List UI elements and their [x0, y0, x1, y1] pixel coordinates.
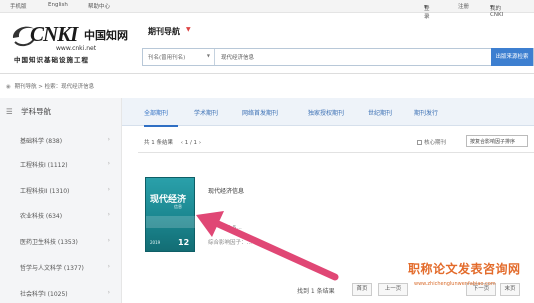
breadcrumb: ◉ 期刊导航 > 检索：现代经济信息 [6, 82, 94, 90]
english-link[interactable]: English [48, 2, 68, 8]
search-field-label: 刊名(曾用刊名) [148, 55, 186, 61]
sidebar-item-engineering-1[interactable]: 工程科技I (1112) › [20, 160, 116, 169]
chevron-down-icon: ▼ [424, 4, 428, 9]
location-pin-icon: ◉ [6, 84, 11, 90]
logo-brand: CNKI [30, 22, 78, 46]
search-input[interactable] [218, 50, 488, 64]
sidebar-item-label: 工程科技I (1112) [20, 162, 68, 169]
sidebar-item-label: 哲学与人文科学 (1377) [20, 265, 84, 272]
chevron-right-icon: › [107, 237, 110, 244]
search-field-select[interactable]: 刊名(曾用刊名) ▼ [143, 49, 215, 65]
journal-tabs: 全部期刊 学术期刊 网络首发期刊 独家授权期刊 世纪期刊 期刊发行 [122, 98, 534, 126]
next-page-icon[interactable]: › [199, 140, 201, 146]
tab-online-first[interactable]: 网络首发期刊 [242, 108, 278, 117]
chevron-right-icon: › [107, 186, 110, 193]
results-summary: 共 1 条结果 ‹ 1 / 1 › [144, 138, 201, 146]
tab-century[interactable]: 世纪期刊 [368, 108, 392, 117]
journal-title-link[interactable]: 现代经济信息 [208, 186, 244, 195]
sidebar-item-label: 医药卫生科技 (1353) [20, 239, 78, 246]
cover-issue: 12 [178, 238, 190, 247]
journal-nav-dropdown[interactable]: 期刊导航 ▼ [148, 26, 191, 37]
header-divider [0, 73, 534, 74]
sidebar-header: ☰ 学科导航 [6, 106, 51, 117]
results-count: 共 1 条结果 [144, 140, 173, 146]
core-journal-filter[interactable]: 核心期刊 [417, 138, 446, 146]
caret-down-icon: ▼ [186, 26, 191, 33]
highlight-arrow-icon [196, 211, 339, 281]
chevron-right-icon: › [107, 263, 110, 270]
core-journal-label: 核心期刊 [424, 140, 447, 146]
search-bar: 刊名(曾用刊名) ▼ 出版来源检索 [142, 48, 534, 66]
watermark-title: 职称论文发表咨询网 [408, 262, 521, 276]
tab-academic[interactable]: 学术期刊 [194, 108, 218, 117]
sidebar-item-label: 工程科技II (1310) [20, 188, 70, 195]
menu-icon: ☰ [6, 107, 13, 116]
prev-page-icon[interactable]: ‹ [181, 140, 183, 146]
register-link[interactable]: 注册 [458, 2, 469, 10]
mobile-link[interactable]: 手机版 [10, 2, 27, 10]
active-tab-indicator [144, 125, 178, 127]
sidebar-item-label: 基础科学 (838) [20, 138, 63, 145]
last-page-button[interactable]: 末页 [500, 283, 520, 296]
search-button[interactable]: 出版来源检索 [491, 48, 533, 66]
cnki-logo[interactable]: CNKI 中国知网 www.cnki.net 中国知识基础设施工程 [10, 22, 135, 66]
sidebar-title: 学科导航 [21, 107, 52, 116]
tab-all-journals[interactable]: 全部期刊 [144, 108, 168, 117]
top-utility-bar: 手机版 English 帮助中心 登录 ▼ 注册 我的CNKI ▼ [0, 0, 534, 20]
checkbox-icon [417, 140, 422, 145]
chevron-right-icon: › [107, 211, 110, 218]
help-link[interactable]: 帮助中心 [88, 2, 110, 10]
first-page-button[interactable]: 首页 [352, 283, 372, 296]
chevron-right-icon: › [107, 136, 110, 143]
sort-select[interactable]: 按复合影响因子排序 [466, 135, 528, 147]
logo-slogan: 中国知识基础设施工程 [14, 56, 89, 64]
cover-band [146, 216, 196, 228]
breadcrumb-text: 期刊导航 > 检索：现代经济信息 [14, 84, 95, 90]
journal-cover[interactable]: 现代经济 信息 2019 12 [145, 177, 196, 252]
tab-exclusive[interactable]: 独家授权期刊 [308, 108, 344, 117]
sidebar-item-philosophy[interactable]: 哲学与人文科学 (1377) › [20, 263, 116, 272]
cover-subtitle: 信息 [174, 204, 182, 209]
cover-year: 2019 [150, 240, 161, 245]
sidebar-item-medicine[interactable]: 医药卫生科技 (1353) › [20, 237, 116, 246]
chevron-down-icon: ▼ [206, 53, 210, 58]
sidebar-item-label: 社会科学I (1025) [20, 291, 68, 298]
sidebar-item-engineering-2[interactable]: 工程科技II (1310) › [20, 186, 116, 195]
chevron-down-icon: ▼ [490, 4, 494, 9]
page-indicator: 1 / 1 [184, 140, 198, 146]
results-divider [138, 152, 534, 153]
logo-brand-cn: 中国知网 [84, 29, 128, 42]
sidebar-item-social-science[interactable]: 社会科学I (1025) › [20, 289, 116, 298]
sidebar-item-label: 农业科技 (634) [20, 213, 63, 220]
found-count: 找到 1 条结果 [297, 288, 335, 295]
prev-page-button[interactable]: 上一页 [378, 283, 408, 296]
sidebar-item-basic-science[interactable]: 基础科学 (838) › [20, 136, 116, 145]
chevron-right-icon: › [107, 289, 110, 296]
chevron-right-icon: › [107, 160, 110, 167]
sidebar-item-agriculture[interactable]: 农业科技 (634) › [20, 211, 116, 220]
journal-nav-title: 期刊导航 [148, 27, 180, 36]
logo-url: www.cnki.net [56, 45, 97, 52]
subject-sidebar: ☰ 学科导航 基础科学 (838) › 工程科技I (1112) › 工程科技I… [0, 98, 122, 303]
tab-distribution[interactable]: 期刊发行 [414, 108, 438, 117]
watermark-url: www.zhichenglunwenfabiao.com [414, 281, 496, 287]
